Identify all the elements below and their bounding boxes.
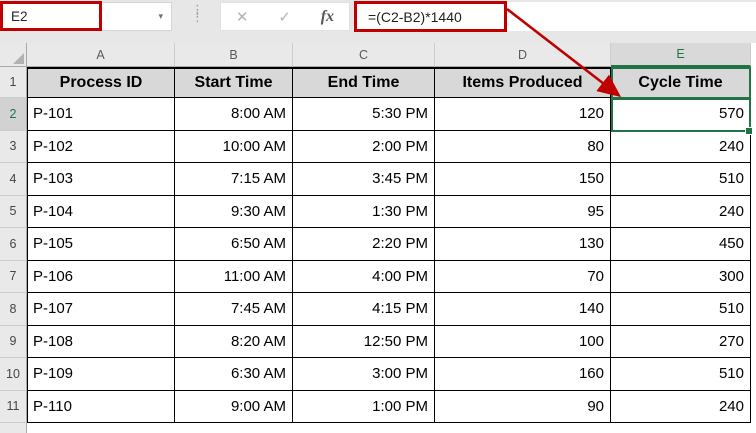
cell-c4[interactable]: 3:45 PM — [293, 163, 435, 196]
formula-buttons-group: ✕ ✓ fx — [220, 2, 350, 31]
cell-d7[interactable]: 70 — [435, 261, 611, 294]
column-header-a[interactable]: A — [27, 43, 175, 67]
formula-bar-row: E2 ▾ ⋮⋮ ✕ ✓ fx =(C2-B2)*1440 — [0, 0, 756, 43]
row-header-11[interactable]: 11 — [0, 391, 27, 424]
formula-bar-input[interactable]: =(C2-B2)*1440 — [356, 2, 756, 31]
cell-d6[interactable]: 130 — [435, 228, 611, 261]
header-cell-c1[interactable]: End Time — [293, 67, 435, 98]
header-cell-b1[interactable]: Start Time — [175, 67, 293, 98]
row-header-5[interactable]: 5 — [0, 196, 27, 229]
cell-a8[interactable]: P-107 — [27, 293, 175, 326]
cell-e11[interactable]: 240 — [611, 391, 751, 424]
cell-d9[interactable]: 100 — [435, 326, 611, 359]
cell-a5[interactable]: P-104 — [27, 196, 175, 229]
column-header-e[interactable]: E — [611, 43, 751, 67]
cell-b8[interactable]: 7:45 AM — [175, 293, 293, 326]
cell-a3[interactable]: P-102 — [27, 131, 175, 164]
cell-b3[interactable]: 10:00 AM — [175, 131, 293, 164]
row-header-9[interactable]: 9 — [0, 326, 27, 359]
row-header-partial[interactable] — [0, 423, 27, 433]
cell-d2[interactable]: 120 — [435, 98, 611, 131]
cell-c2[interactable]: 5:30 PM — [293, 98, 435, 131]
cell-c3[interactable]: 2:00 PM — [293, 131, 435, 164]
cell-a6[interactable]: P-105 — [27, 228, 175, 261]
cell-e9[interactable]: 270 — [611, 326, 751, 359]
row-header-4[interactable]: 4 — [0, 163, 27, 196]
cell-c7[interactable]: 4:00 PM — [293, 261, 435, 294]
cell-a4[interactable]: P-103 — [27, 163, 175, 196]
insert-function-icon[interactable]: fx — [321, 8, 334, 26]
cell-d10[interactable]: 160 — [435, 358, 611, 391]
cell-e10[interactable]: 510 — [611, 358, 751, 391]
cell-c6[interactable]: 2:20 PM — [293, 228, 435, 261]
cell-b9[interactable]: 8:20 AM — [175, 326, 293, 359]
cell-d3[interactable]: 80 — [435, 131, 611, 164]
cell-c10[interactable]: 3:00 PM — [293, 358, 435, 391]
row-header-1[interactable]: 1 — [0, 67, 27, 98]
cell-c5[interactable]: 1:30 PM — [293, 196, 435, 229]
excel-window: E2 ▾ ⋮⋮ ✕ ✓ fx =(C2-B2)*1440 ABCDE 1Proce… — [0, 0, 756, 433]
cell-a11[interactable]: P-110 — [27, 391, 175, 424]
row-header-6[interactable]: 6 — [0, 228, 27, 261]
cell-a9[interactable]: P-108 — [27, 326, 175, 359]
cell-d8[interactable]: 140 — [435, 293, 611, 326]
header-cell-d1[interactable]: Items Produced — [435, 67, 611, 98]
row-header-10[interactable]: 10 — [0, 358, 27, 391]
column-header-b[interactable]: B — [175, 43, 293, 67]
cell-d5[interactable]: 95 — [435, 196, 611, 229]
cell-d4[interactable]: 150 — [435, 163, 611, 196]
column-header-c[interactable]: C — [293, 43, 435, 67]
spreadsheet-grid: ABCDE 1Process IDStart TimeEnd TimeItems … — [0, 43, 751, 433]
cell-b11[interactable]: 9:00 AM — [175, 391, 293, 424]
cell-c8[interactable]: 4:15 PM — [293, 293, 435, 326]
cell-e8[interactable]: 510 — [611, 293, 751, 326]
cell-b2[interactable]: 8:00 AM — [175, 98, 293, 131]
cell-b10[interactable]: 6:30 AM — [175, 358, 293, 391]
toolbar-separator-dots-icon: ⋮⋮ — [191, 6, 201, 20]
cell-e2[interactable]: 570 — [611, 98, 751, 131]
cell-b5[interactable]: 9:30 AM — [175, 196, 293, 229]
cell-e6[interactable]: 450 — [611, 228, 751, 261]
cell-a2[interactable]: P-101 — [27, 98, 175, 131]
header-cell-a1[interactable]: Process ID — [27, 67, 175, 98]
name-box-value: E2 — [11, 9, 28, 24]
cell-a10[interactable]: P-109 — [27, 358, 175, 391]
cell-e7[interactable]: 300 — [611, 261, 751, 294]
enter-icon[interactable]: ✓ — [278, 8, 291, 26]
cell-b7[interactable]: 11:00 AM — [175, 261, 293, 294]
cell-b6[interactable]: 6:50 AM — [175, 228, 293, 261]
cancel-icon[interactable]: ✕ — [236, 8, 249, 26]
chevron-down-icon[interactable]: ▾ — [158, 12, 163, 21]
cell-c9[interactable]: 12:50 PM — [293, 326, 435, 359]
cell-c11[interactable]: 1:00 PM — [293, 391, 435, 424]
row-header-3[interactable]: 3 — [0, 131, 27, 164]
row-header-2[interactable]: 2 — [0, 98, 27, 131]
cell-e4[interactable]: 510 — [611, 163, 751, 196]
header-cell-e1[interactable]: Cycle Time — [611, 67, 751, 98]
cell-b4[interactable]: 7:15 AM — [175, 163, 293, 196]
row-header-8[interactable]: 8 — [0, 293, 27, 326]
worksheet-area: ABCDE 1Process IDStart TimeEnd TimeItems … — [0, 43, 756, 433]
cell-e3[interactable]: 240 — [611, 131, 751, 164]
name-box[interactable]: E2 ▾ — [1, 2, 172, 31]
cell-e5[interactable]: 240 — [611, 196, 751, 229]
cell-a7[interactable]: P-106 — [27, 261, 175, 294]
select-all-corner[interactable] — [0, 43, 27, 67]
row-header-7[interactable]: 7 — [0, 261, 27, 294]
column-header-d[interactable]: D — [435, 43, 611, 67]
formula-text: =(C2-B2)*1440 — [368, 9, 462, 25]
cell-d11[interactable]: 90 — [435, 391, 611, 424]
